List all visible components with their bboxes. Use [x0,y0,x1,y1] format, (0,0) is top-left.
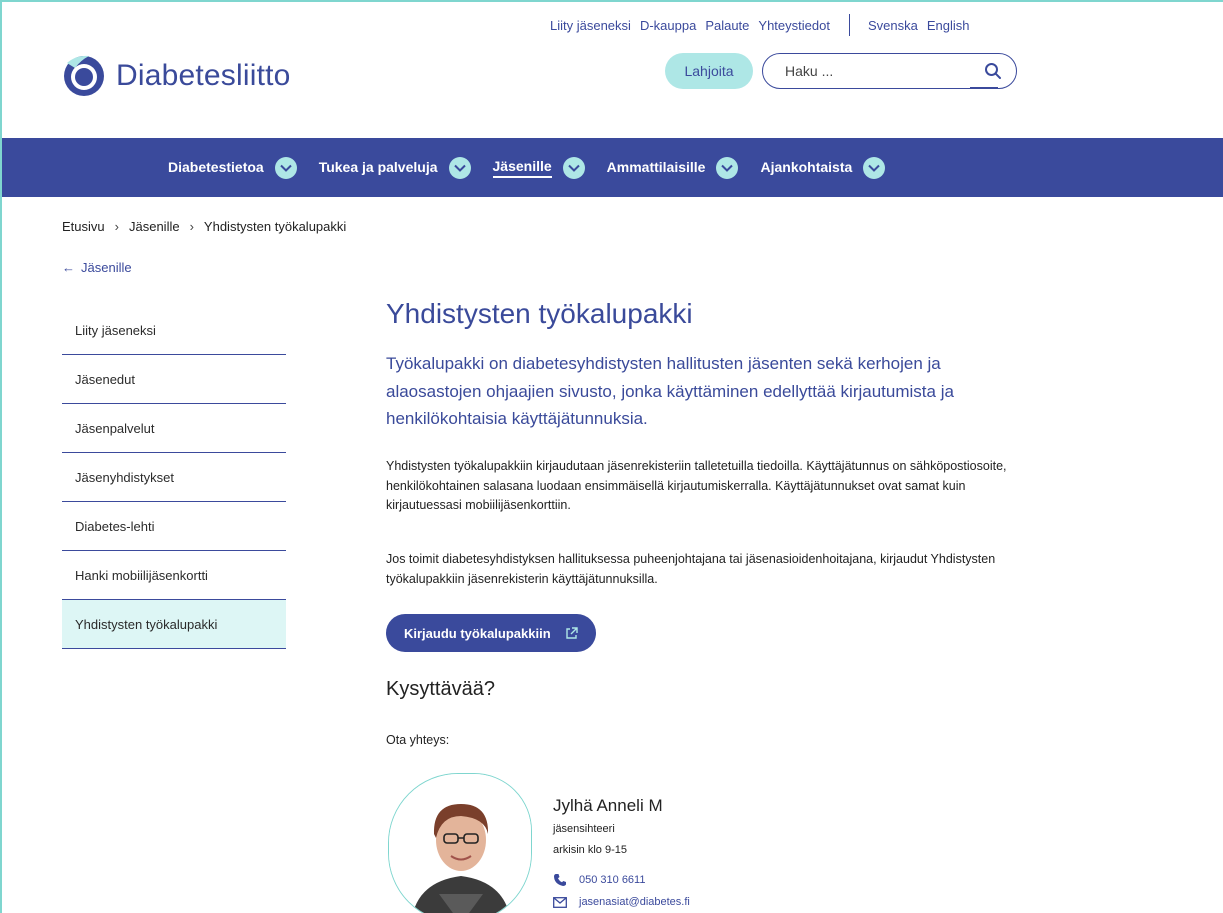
questions-heading: Kysyttävää? [386,678,495,700]
phone-icon [554,874,566,886]
login-toolkit-label: Kirjaudu työkalupakkiin [404,625,551,641]
contact-email-text: jasenasiat@diabetes.fi [579,896,690,908]
sidebar-nav: Liity jäseneksi Jäsenedut Jäsenpalvelut … [62,306,286,649]
sidebar-item-join[interactable]: Liity jäseneksi [62,306,286,355]
breadcrumb-current: Yhdistysten työkalupakki [203,219,347,234]
nav-item-ajankohtaista[interactable]: Ajankohtaista [760,156,886,179]
brand-logo[interactable]: Diabetesliitto [62,54,291,98]
breadcrumb-separator: › [189,219,194,234]
arrow-left-icon: ← [62,260,75,275]
sidebar-item-magazine[interactable]: Diabetes-lehti [62,502,286,551]
chevron-down-icon[interactable] [562,156,585,179]
nav-item-label: Tukea ja palveluja [318,158,438,175]
donate-button[interactable]: Lahjoita [665,53,753,89]
contact-phone-text: 050 310 6611 [579,874,646,886]
sidebar-item-associations[interactable]: Jäsenyhdistykset [62,453,286,502]
util-link-feedback[interactable]: Palaute [705,18,749,33]
contact-intro: Ota yhteys: [386,733,450,747]
lead-paragraph: Työkalupakki on diabetesyhdistysten hall… [386,354,954,428]
util-link-join[interactable]: Liity jäseneksi [550,18,631,33]
search-underline [970,87,998,89]
nav-item-tukea[interactable]: Tukea ja palveluja [318,156,471,179]
nav-item-jasenille[interactable]: Jäsenille [492,156,585,179]
contact-hours: arkisin klo 9-15 [553,844,627,856]
sidebar-item-toolkit[interactable]: Yhdistysten työkalupakki [62,600,286,649]
util-link-contact[interactable]: Yhteystiedot [758,18,830,33]
contact-avatar [388,773,532,913]
search-input[interactable] [785,63,975,79]
contact-email[interactable]: jasenasiat@diabetes.fi [553,896,690,908]
nav-item-label: Jäsenille [492,158,552,178]
external-link-icon [565,626,578,640]
back-link[interactable]: ← Jäsenille [62,260,132,275]
nav-item-label: Diabetestietoa [168,158,264,175]
contact-phone[interactable]: 050 310 6611 [553,873,645,887]
chevron-down-icon[interactable] [274,156,297,179]
utility-nav: Liity jäseneksi D-kauppa Palaute Yhteyst… [550,14,978,36]
logo-icon [62,54,106,98]
page-title: Yhdistysten työkalupakki [386,298,693,329]
breadcrumb-jasenille[interactable]: Jäsenille [129,219,180,234]
search-icon[interactable] [984,62,1002,80]
contact-name: Jylhä Anneli M [553,796,663,815]
nav-item-label: Ajankohtaista [760,158,853,175]
chevron-down-icon[interactable] [863,156,886,179]
lang-english[interactable]: English [927,18,970,33]
login-toolkit-button[interactable]: Kirjaudu työkalupakkiin [386,614,596,652]
breadcrumb-home[interactable]: Etusivu [62,219,105,234]
search-box [762,53,1017,89]
contact-title: jäsensihteeri [553,823,615,835]
nav-item-ammattilaisille[interactable]: Ammattilaisille [606,156,739,179]
sidebar-item-services[interactable]: Jäsenpalvelut [62,404,286,453]
nav-item-label: Ammattilaisille [606,158,706,175]
breadcrumb: Etusivu › Jäsenille › Yhdistysten työkal… [62,219,346,234]
lang-swedish[interactable]: Svenska [868,18,918,33]
body-paragraph-1: Yhdistysten työkalupakkiin kirjaudutaan … [386,459,1007,512]
util-divider [848,14,850,36]
chevron-down-icon[interactable] [716,156,739,179]
back-link-label: Jäsenille [81,260,132,275]
breadcrumb-separator: › [114,219,119,234]
sidebar-item-mobile-card[interactable]: Hanki mobiilijäsenkortti [62,551,286,600]
util-link-shop[interactable]: D-kauppa [640,18,696,33]
nav-item-diabetestietoa[interactable]: Diabetestietoa [168,156,297,179]
mail-icon [553,896,567,908]
brand-name: Diabetesliitto [116,59,291,92]
main-nav: Diabetestietoa Tukea ja palveluja Jäseni… [2,138,1223,197]
sidebar-item-benefits[interactable]: Jäsenedut [62,355,286,404]
chevron-down-icon[interactable] [448,156,471,179]
body-paragraph-2: Jos toimit diabetesyhdistyksen hallituks… [386,552,996,586]
